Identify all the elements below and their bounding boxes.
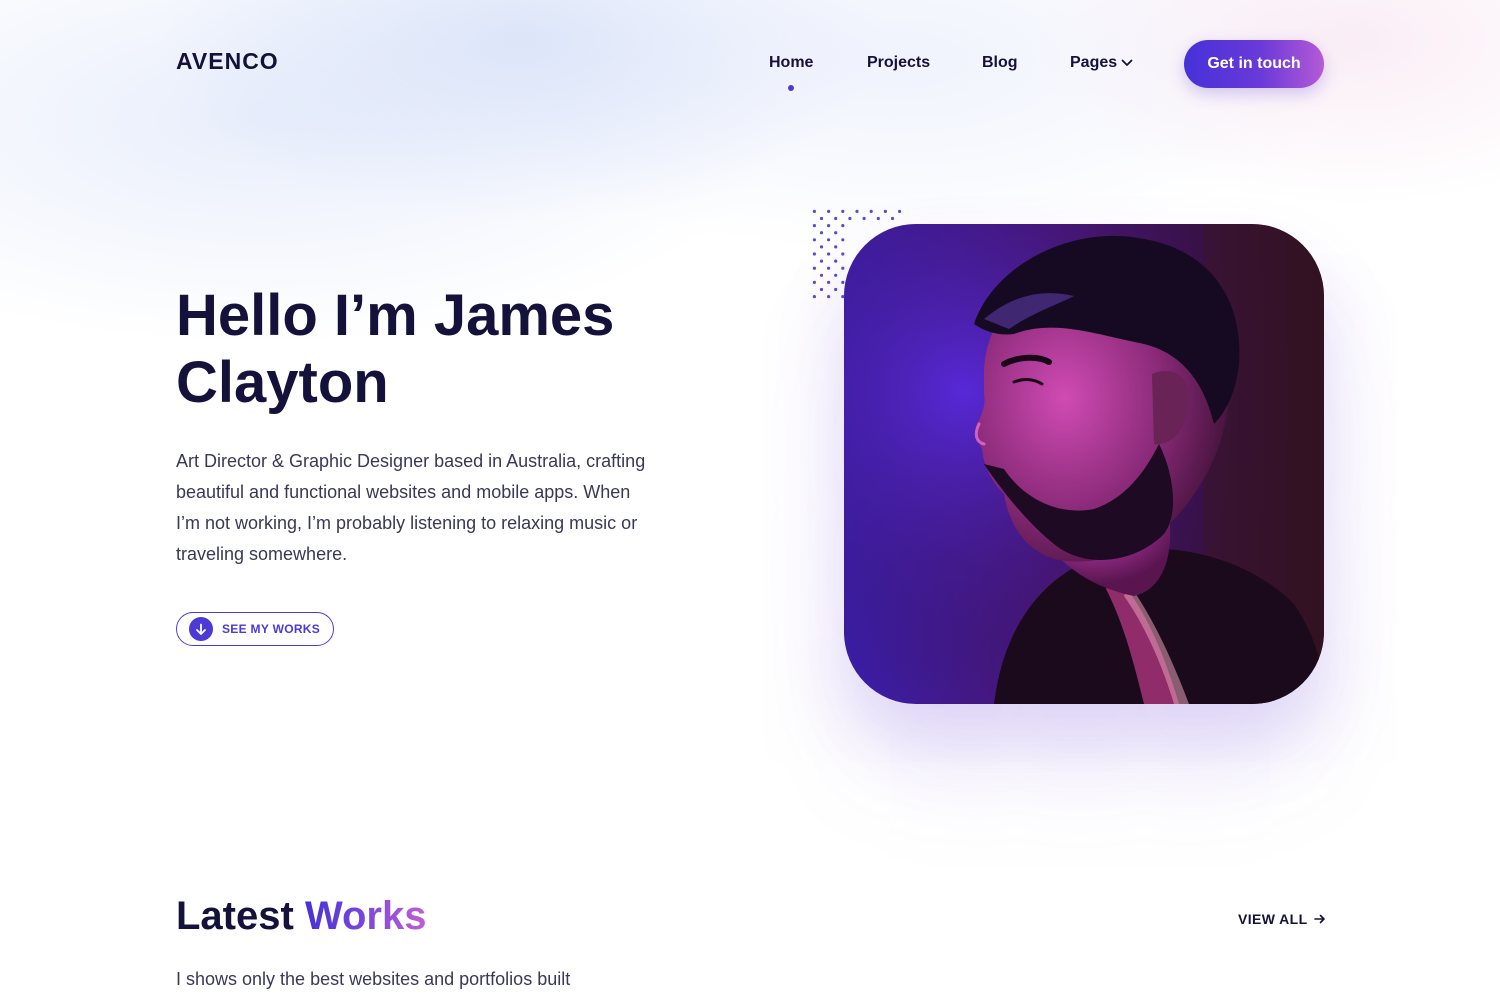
view-all-label: VIEW ALL <box>1238 911 1308 927</box>
hero-title: Hello I’m James Clayton <box>176 283 615 415</box>
decorative-dot <box>834 216 838 221</box>
active-nav-indicator <box>788 85 794 91</box>
see-my-works-label: SEE MY WORKS <box>222 622 321 636</box>
decorative-dot <box>848 216 852 221</box>
get-in-touch-button[interactable]: Get in touch <box>1184 40 1324 88</box>
decorative-dot <box>890 216 895 221</box>
decorative-dot <box>812 252 816 256</box>
decorative-dot <box>834 259 838 263</box>
decorative-dot <box>812 295 816 299</box>
latest-works-description: I shows only the best websites and portf… <box>176 969 571 989</box>
nav-item-pages-label: Pages <box>1070 54 1118 71</box>
decorative-dot <box>812 209 816 213</box>
nav-item-home[interactable]: Home <box>769 54 813 72</box>
decorative-dot <box>834 287 838 292</box>
chevron-down-icon <box>1121 59 1133 66</box>
decorative-dot <box>855 209 859 213</box>
decorative-dot <box>841 266 845 270</box>
profile-photo <box>844 224 1324 704</box>
decorative-dot <box>841 280 845 284</box>
arrow-right-icon <box>1313 914 1325 924</box>
decorative-dot <box>812 280 816 284</box>
see-my-works-button[interactable]: SEE MY WORKS <box>176 612 335 646</box>
decorative-dot <box>827 238 831 242</box>
arrow-down-icon <box>189 617 213 641</box>
nav-item-blog[interactable]: Blog <box>982 54 1018 72</box>
decorative-dot <box>819 287 824 292</box>
decorative-dot <box>827 266 831 270</box>
decorative-dot <box>834 245 838 249</box>
decorative-dot <box>876 216 880 221</box>
decorative-dot <box>898 209 902 213</box>
hero-description: Art Director & Graphic Designer based in… <box>176 451 646 564</box>
decorative-dot <box>827 209 831 213</box>
decorative-dot <box>841 209 845 213</box>
decorative-dot <box>862 216 866 221</box>
decorative-dot <box>819 245 824 249</box>
decorative-dot <box>827 252 831 256</box>
decorative-dot <box>869 209 873 213</box>
decorative-dot <box>827 224 831 228</box>
decorative-dot <box>819 231 824 235</box>
decorative-dot <box>841 252 845 256</box>
decorative-dot <box>819 259 824 263</box>
decorative-dot <box>834 231 838 235</box>
latest-works-title-plain: Latest <box>176 894 305 938</box>
decorative-dot <box>819 216 824 221</box>
logo[interactable]: AVENCO <box>176 48 279 75</box>
decorative-dot <box>883 209 887 213</box>
nav-item-pages[interactable]: Pages <box>1070 54 1133 72</box>
nav-item-projects[interactable]: Projects <box>867 54 930 72</box>
decorative-dot <box>819 273 824 277</box>
decorative-dot <box>827 295 831 299</box>
latest-works-title: Latest Works <box>176 894 426 939</box>
decorative-dot <box>812 238 816 242</box>
decorative-dot <box>812 224 816 228</box>
decorative-dot <box>841 238 845 242</box>
view-all-link[interactable]: VIEW ALL <box>1238 911 1326 927</box>
latest-works-title-accent: Works <box>304 894 427 938</box>
decorative-dot <box>827 280 831 284</box>
site-header: AVENCO Home Projects Blog Pages Get in t… <box>0 0 1500 130</box>
decorative-dot <box>834 273 838 277</box>
decorative-dot <box>841 224 845 228</box>
decorative-dot <box>812 266 816 270</box>
profile-photo-illustration <box>844 224 1324 704</box>
